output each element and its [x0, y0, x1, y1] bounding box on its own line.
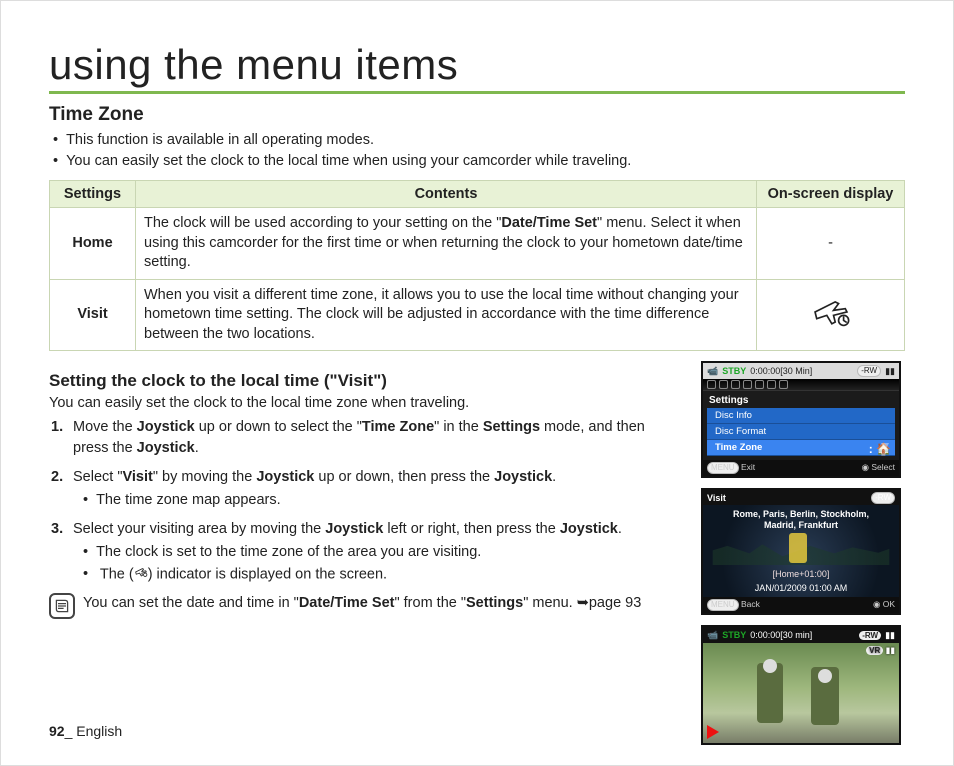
- osd-footbar: MENU Exit ◉ Select: [703, 460, 899, 476]
- cell-osd: [757, 279, 905, 351]
- sub-bullet: The clock is set to the time zone of the…: [83, 542, 683, 563]
- page: using the menu items Time Zone This func…: [0, 0, 954, 766]
- camcorder-icon: 📹: [707, 366, 718, 377]
- step: Move the Joystick up or down to select t…: [51, 417, 683, 459]
- time-label: 0:00:00[30 min]: [750, 630, 812, 640]
- home-icon: : 🏠: [869, 442, 891, 456]
- cell-setting: Visit: [50, 279, 136, 351]
- camcorder-icon: 📹: [707, 630, 718, 641]
- menu-pill[interactable]: MENU: [707, 462, 739, 474]
- rw-badge: -RW: [857, 365, 881, 377]
- section-heading: Time Zone: [49, 104, 905, 126]
- map-highlight: [789, 533, 807, 563]
- bullet: This function is available in all operat…: [53, 130, 905, 151]
- rw-badge: -RW: [871, 492, 895, 504]
- time-label: 0:00:00[30 Min]: [750, 366, 812, 376]
- osd-row[interactable]: Disc Format: [707, 424, 895, 440]
- cell-setting: Home: [50, 208, 136, 280]
- osd-live-view: 📹 STBY 0:00:00[30 min] -RW ▮▮ VR ▮▮: [701, 625, 901, 745]
- sub-intro: You can easily set the clock to the loca…: [49, 395, 683, 411]
- vr-badge: VR ▮▮: [866, 645, 895, 656]
- battery-icon: ▮▮: [885, 366, 895, 377]
- sub-bullet: The () indicator is displayed on the scr…: [83, 564, 683, 585]
- date-label: JAN/01/2009 01:00 AM: [703, 583, 899, 593]
- plane-clock-icon: [810, 316, 852, 332]
- th-contents: Contents: [136, 181, 757, 208]
- osd-heading: Settings: [707, 393, 895, 408]
- osd-visit-map: Visit -RW Rome, Paris, Berlin, Stockholm…: [701, 488, 901, 615]
- step: Select "Visit" by moving the Joystick up…: [51, 467, 683, 511]
- page-footer: 92_ English: [49, 723, 122, 739]
- table-row: Visit When you visit a different time zo…: [50, 279, 905, 351]
- visit-title: Visit: [707, 493, 726, 503]
- stby-label: STBY: [722, 366, 746, 376]
- cell-osd: -: [757, 208, 905, 280]
- menu-pill[interactable]: MENU: [707, 599, 739, 611]
- battery-icon: ▮▮: [885, 630, 895, 641]
- cities-label: Rome, Paris, Berlin, Stockholm,Madrid, F…: [703, 509, 899, 531]
- sub-bullet: The time zone map appears.: [83, 490, 683, 511]
- page-title: using the menu items: [49, 41, 905, 94]
- offset-tag: [Home+01:00]: [703, 569, 899, 579]
- rw-badge: -RW: [859, 631, 881, 640]
- osd-row[interactable]: Disc Info: [707, 408, 895, 424]
- osd-topbar: 📹 STBY 0:00:00[30 Min] -RW ▮▮: [703, 363, 899, 379]
- section-bullets: This function is available in all operat…: [49, 130, 905, 172]
- note-icon: [49, 593, 75, 619]
- step: Select your visiting area by moving the …: [51, 519, 683, 584]
- cell-content: When you visit a different time zone, it…: [136, 279, 757, 351]
- sub-heading: Setting the clock to the local time ("Vi…: [49, 371, 683, 391]
- note-text: You can set the date and time in "Date/T…: [83, 593, 641, 619]
- left-column: Setting the clock to the local time ("Vi…: [49, 361, 683, 755]
- stby-label: STBY: [722, 630, 746, 640]
- right-column: 📹 STBY 0:00:00[30 Min] -RW ▮▮ Settings D…: [701, 361, 905, 755]
- osd-topbar: 📹 STBY 0:00:00[30 min] -RW ▮▮: [703, 627, 899, 643]
- steps-list: Move the Joystick up or down to select t…: [49, 417, 683, 584]
- cell-content: The clock will be used according to your…: [136, 208, 757, 280]
- note-box: You can set the date and time in "Date/T…: [49, 593, 683, 619]
- osd-settings-menu: 📹 STBY 0:00:00[30 Min] -RW ▮▮ Settings D…: [701, 361, 901, 478]
- osd-row-selected[interactable]: Time Zone : 🏠: [707, 440, 895, 456]
- plane-clock-icon-inline: [134, 564, 148, 585]
- th-settings: Settings: [50, 181, 136, 208]
- osd-iconstrip: [703, 379, 899, 391]
- th-osd: On-screen display: [757, 181, 905, 208]
- osd-topbar: Visit -RW: [703, 490, 899, 505]
- timezone-table: Settings Contents On-screen display Home…: [49, 180, 905, 351]
- osd-footbar: MENU Back ◉ OK: [703, 597, 899, 613]
- table-row: Home The clock will be used according to…: [50, 208, 905, 280]
- play-indicator-icon: [707, 725, 719, 739]
- bullet: You can easily set the clock to the loca…: [53, 151, 905, 172]
